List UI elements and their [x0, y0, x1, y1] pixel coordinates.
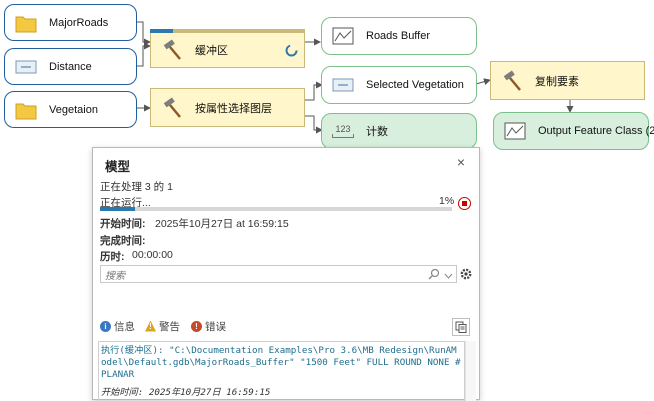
log-message: 执行(缓冲区): "C:\Documentation Examples\Pro … [101, 345, 461, 380]
node-selected-vegetation[interactable]: Selected Vegetation [321, 66, 477, 104]
count-icon: 123 [330, 118, 356, 144]
node-label: Roads Buffer [366, 30, 431, 42]
log-scrollbar[interactable] [465, 341, 476, 401]
warning-icon: ! [145, 320, 156, 332]
node-distance[interactable]: Distance [4, 48, 137, 85]
search-icon[interactable] [428, 267, 440, 285]
node-label: Selected Vegetation [366, 79, 464, 91]
filter-warning-button[interactable]: ! 警告 [145, 319, 180, 333]
feature-class-icon [330, 23, 356, 49]
node-label: 计数 [366, 126, 388, 138]
node-label: 按属性选择图层 [195, 102, 272, 115]
node-count[interactable]: 123 计数 [321, 113, 477, 149]
node-label: Output Feature Class (2) [538, 125, 654, 137]
message-log: 执行(缓冲区): "C:\Documentation Examples\Pro … [98, 341, 465, 401]
spinner-icon [285, 44, 298, 60]
folder-icon [13, 10, 39, 36]
variable-icon [330, 72, 356, 98]
variable-icon [13, 54, 39, 80]
node-majorroads[interactable]: MajorRoads [4, 4, 137, 41]
error-icon: ! [191, 320, 202, 332]
search-input[interactable] [101, 268, 409, 285]
elapsed-label: 历时: [100, 251, 125, 263]
progress-bar-fill [100, 207, 136, 211]
progress-percent: 1% [439, 195, 455, 207]
info-icon: i [100, 320, 111, 332]
dialog-title: 模型 [105, 160, 131, 174]
gear-icon[interactable] [459, 267, 473, 286]
filter-error-label: 错误 [205, 320, 226, 333]
node-roads-buffer[interactable]: Roads Buffer [321, 17, 477, 55]
filter-warning-label: 警告 [159, 320, 180, 333]
log-start-time: 开始时间: 2025年10月27日 16:59:15 [101, 387, 271, 398]
node-output-feature-class[interactable]: Output Feature Class (2) [493, 112, 654, 150]
hammer-icon [159, 37, 185, 63]
hammer-icon [499, 68, 525, 94]
node-copy-features-tool[interactable]: 复制要素 [490, 61, 645, 100]
search-box [100, 265, 457, 286]
processing-status: 正在处理 3 的 1 [100, 181, 173, 193]
elapsed-value: 00:00:00 [132, 249, 173, 261]
node-label: MajorRoads [49, 16, 109, 29]
folder-icon [13, 97, 39, 123]
start-time-label: 开始时间: [100, 218, 146, 230]
node-label: 复制要素 [535, 75, 579, 88]
stop-button[interactable] [458, 197, 471, 210]
tool-progress-indicator [150, 29, 173, 33]
node-select-by-attribute-tool[interactable]: 按属性选择图层 [150, 88, 305, 127]
feature-class-icon [502, 118, 528, 144]
filter-error-button[interactable]: ! 错误 [191, 319, 226, 333]
start-time-value: 2025年10月27日 at 16:59:15 [155, 218, 289, 230]
node-buffer-tool[interactable]: 缓冲区 [150, 29, 305, 68]
node-vegetation[interactable]: Vegetaion [4, 91, 137, 128]
node-label: 缓冲区 [195, 45, 228, 57]
node-label: Vegetaion [49, 103, 98, 116]
end-time-label: 完成时间: [100, 235, 146, 247]
model-progress-dialog: 模型 × 正在处理 3 的 1 正在运行... 1% 开始时间: 2025年10… [92, 147, 480, 401]
filter-info-button[interactable]: i 信息 [100, 319, 135, 333]
filter-info-label: 信息 [114, 320, 135, 333]
close-icon[interactable]: × [453, 154, 469, 170]
chevron-down-icon[interactable] [444, 268, 453, 286]
progress-bar [100, 207, 452, 211]
copy-icon[interactable] [452, 318, 470, 336]
node-label: Distance [49, 60, 92, 73]
hammer-icon [159, 95, 185, 121]
